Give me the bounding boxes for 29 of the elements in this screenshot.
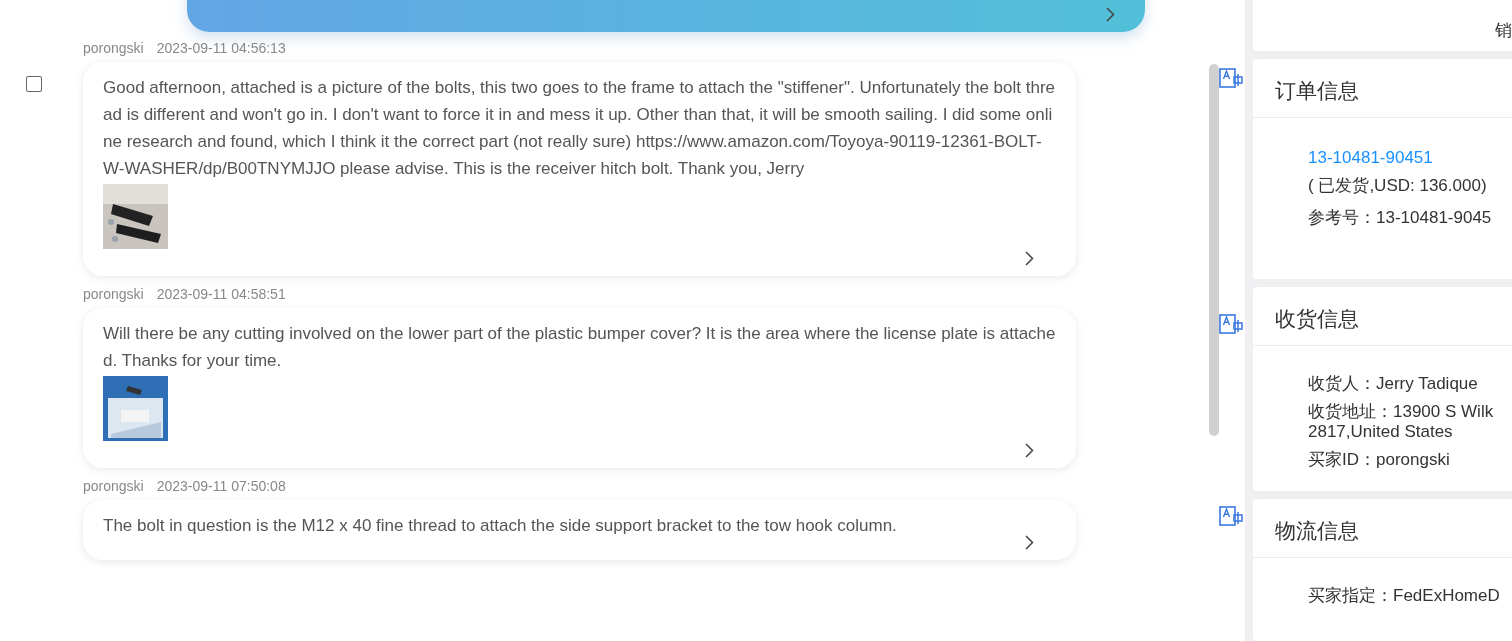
card-text: 销 <box>1495 19 1512 42</box>
message-text: Good afternoon, attached is a picture of the bolts, this two goes to the frame to attach the "stiffener". Unfortunately the bolt thread is different and won't go in. I don't want to force it in and mess it up. Other than that, it will be smooth sailing. I did some online research and found, which I think it the correct part (not really sure) https://www.amazon.com/Toyoya-90119-12361-BOLT-W-WASHER/dp/B00TNYMJJO please advise. This is the receiver hitch bolt. Thank you, Jerry <box>103 77 1056 180</box>
checkbox[interactable] <box>25 76 42 92</box>
chevron-right-icon[interactable] <box>1025 443 1034 458</box>
message-time: 2023-09-11 07:50:08 <box>156 478 286 494</box>
info-line: 买家指定：FedExHomeD <box>1308 585 1501 606</box>
reference-number: 参考号：13-10481-9045 <box>1308 207 1493 228</box>
translate-icon[interactable] <box>1219 314 1243 336</box>
info-line: 收货人：Jerry Tadique <box>1308 373 1479 394</box>
chevron-right-icon[interactable] <box>1025 535 1034 550</box>
chevron-right-icon[interactable] <box>1025 251 1034 266</box>
sender-name: porongski <box>83 40 144 56</box>
scrollbar[interactable] <box>1209 64 1219 436</box>
info-line: 买家ID：porongski <box>1308 449 1451 470</box>
info-line: 收货地址：13900 S Wilk 2817,United States <box>1308 401 1495 442</box>
card-title: 物流信息 <box>1253 498 1512 558</box>
card-title: 收货信息 <box>1253 286 1512 346</box>
card-title: 订单信息 <box>1253 58 1512 118</box>
sender-name: porongski <box>83 286 144 302</box>
translate-icon[interactable] <box>1219 68 1243 90</box>
chevron-right-icon[interactable] <box>1106 7 1115 22</box>
message-text: The bolt in question is the M12 x 40 fine thread to attach the side support bracket to the tow hook column. <box>103 515 898 537</box>
message-time: 2023-09-11 04:56:13 <box>156 40 286 56</box>
order-link[interactable]: 13-10481-90451 <box>1308 147 1433 167</box>
message-time: 2023-09-11 04:58:51 <box>156 286 286 302</box>
translate-icon[interactable] <box>1219 506 1243 528</box>
message-text: Will there be any cutting involved on the lower part of the plastic bumper cover? It is the area where the license plate is attached. Thanks for your time. <box>103 323 1056 372</box>
order-status: ( 已发货,USD: 136.000) <box>1308 175 1488 196</box>
sender-name: porongski <box>83 478 144 494</box>
